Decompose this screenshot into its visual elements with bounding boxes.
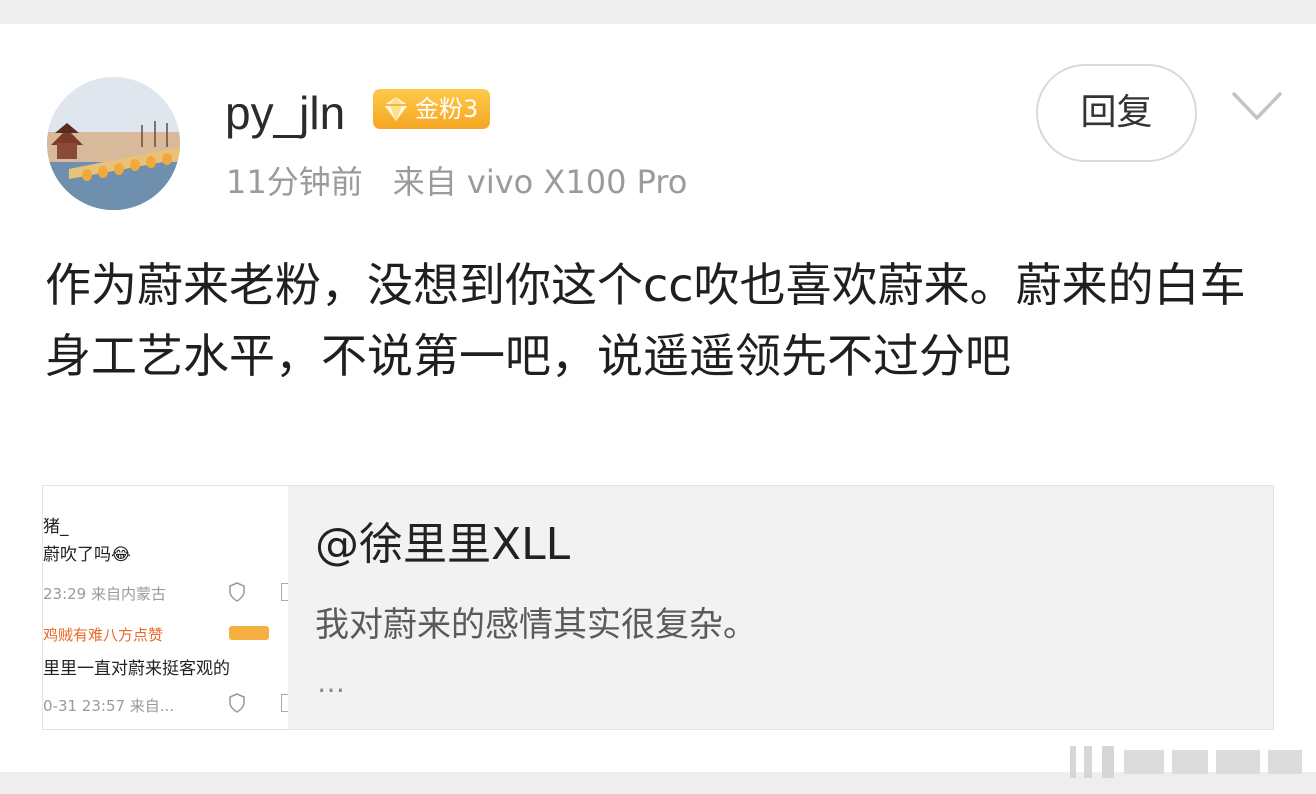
post-time: 11分钟前 bbox=[226, 163, 363, 201]
quote-text: 我对蔚来的感情其实很复杂。 bbox=[315, 605, 757, 645]
mini-badge bbox=[229, 626, 269, 640]
watermark-bars bbox=[1060, 744, 1312, 780]
fan-level-badge[interactable]: 金粉3 bbox=[373, 89, 490, 129]
thumb-line: 猪_ bbox=[43, 517, 69, 537]
thumb-line: 0-31 23:57 来自... bbox=[43, 697, 175, 715]
shield-icon bbox=[229, 693, 245, 713]
post-content: 作为蔚来老粉，没想到你这个cc吹也喜欢蔚来。蔚来的白车身工艺水平，不说第一吧，说… bbox=[45, 258, 1246, 383]
post-meta: 11分钟前 来自 vivo X100 Pro bbox=[226, 160, 687, 204]
quote-author[interactable]: @徐里里XLL bbox=[315, 516, 570, 574]
thumb-line: 蔚吹了吗😂 bbox=[43, 545, 131, 565]
username[interactable]: py_jln bbox=[225, 84, 345, 142]
thumb-line: 鸡贼有难八方点赞 bbox=[43, 626, 164, 644]
badge-label: 金粉3 bbox=[415, 95, 479, 123]
shield-icon bbox=[229, 582, 245, 602]
quoted-post-card[interactable]: 猪_ 蔚吹了吗😂 23:29 来自内蒙古 鸡贼有难八方点赞 里里一直对蔚来挺客观… bbox=[42, 485, 1274, 730]
avatar-image bbox=[47, 77, 180, 210]
thumb-line: 23:29 来自内蒙古 bbox=[43, 585, 166, 603]
thumb-line: 里里一直对蔚来挺客观的 bbox=[43, 659, 230, 679]
reply-button[interactable]: 回复 bbox=[1036, 64, 1197, 162]
user-avatar[interactable] bbox=[47, 77, 180, 210]
post-source: 来自 vivo X100 Pro bbox=[392, 163, 688, 201]
diamond-icon bbox=[384, 97, 408, 121]
quote-ellipsis: … bbox=[317, 666, 348, 699]
chevron-down-icon[interactable] bbox=[1228, 86, 1286, 126]
quote-thumbnail: 猪_ 蔚吹了吗😂 23:29 来自内蒙古 鸡贼有难八方点赞 里里一直对蔚来挺客观… bbox=[43, 486, 288, 729]
